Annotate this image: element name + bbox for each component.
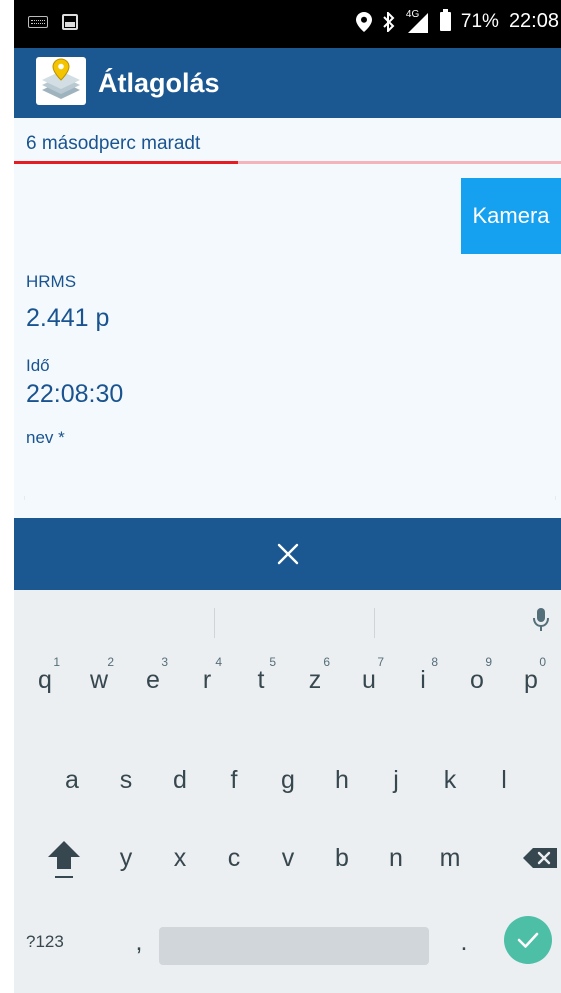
key-o-label: o bbox=[470, 665, 484, 694]
enter-key[interactable] bbox=[504, 916, 552, 964]
key-e-label: e bbox=[146, 665, 160, 694]
battery-icon bbox=[439, 9, 451, 31]
symbols-key[interactable]: ?123 bbox=[26, 932, 64, 952]
time-value: 22:08:30 bbox=[26, 380, 124, 408]
key-f[interactable]: f bbox=[209, 750, 259, 810]
phone-screen: 4G 71% 22:08 Átlagolás 6 másodperc marad… bbox=[14, 0, 561, 993]
key-r-hint: 4 bbox=[215, 655, 222, 669]
name-field-label: nev * bbox=[26, 428, 65, 447]
key-d[interactable]: d bbox=[155, 750, 205, 810]
app-toolbar: Átlagolás bbox=[14, 48, 561, 118]
countdown-progress bbox=[14, 161, 561, 164]
key-h[interactable]: h bbox=[317, 750, 367, 810]
key-x[interactable]: x bbox=[155, 828, 205, 888]
key-u-hint: 7 bbox=[377, 655, 384, 669]
status-bar: 4G 71% 22:08 bbox=[14, 0, 561, 48]
period-key[interactable]: . bbox=[449, 922, 479, 962]
soft-keyboard: q1 w2 e3 r4 t5 z6 u7 i8 o9 p0 a s d f g … bbox=[14, 590, 561, 993]
key-z-label: z bbox=[308, 665, 322, 694]
key-n[interactable]: n bbox=[371, 828, 421, 888]
key-c[interactable]: c bbox=[209, 828, 259, 888]
key-k[interactable]: k bbox=[425, 750, 475, 810]
backspace-key[interactable] bbox=[521, 843, 561, 873]
time-label: Idő bbox=[26, 356, 50, 375]
key-j[interactable]: j bbox=[371, 750, 421, 810]
signal-icon: 4G bbox=[406, 9, 430, 33]
key-t[interactable]: t5 bbox=[236, 650, 286, 710]
bluetooth-icon bbox=[383, 11, 395, 32]
hrms-value: 2.441 p bbox=[26, 304, 110, 332]
key-e[interactable]: e3 bbox=[128, 650, 178, 710]
key-i-label: i bbox=[420, 665, 426, 694]
key-q-label: q bbox=[38, 665, 52, 694]
countdown-progress-fill bbox=[14, 161, 239, 164]
hrms-label: HRMS bbox=[26, 272, 77, 291]
key-u[interactable]: u7 bbox=[344, 650, 394, 710]
key-i-hint: 8 bbox=[431, 655, 438, 669]
key-t-hint: 5 bbox=[269, 655, 276, 669]
key-z-hint: 6 bbox=[323, 655, 330, 669]
bottom-action-bar bbox=[14, 518, 561, 590]
camera-button[interactable]: Kamera bbox=[461, 178, 561, 254]
close-button[interactable] bbox=[268, 534, 308, 574]
key-z[interactable]: z6 bbox=[290, 650, 340, 710]
suggestion-divider bbox=[374, 608, 375, 638]
key-o-hint: 9 bbox=[485, 655, 492, 669]
countdown-banner: 6 másodperc maradt bbox=[14, 118, 561, 166]
key-m[interactable]: m bbox=[425, 828, 475, 888]
app-logo-icon bbox=[36, 57, 86, 105]
key-w-label: w bbox=[89, 665, 109, 694]
battery-percent: 71% bbox=[460, 10, 499, 32]
key-t-label: t bbox=[257, 665, 265, 694]
key-v[interactable]: v bbox=[263, 828, 313, 888]
key-p[interactable]: p0 bbox=[506, 650, 556, 710]
key-o[interactable]: o9 bbox=[452, 650, 502, 710]
shift-key[interactable] bbox=[44, 837, 84, 883]
suggestion-strip bbox=[14, 590, 561, 650]
key-q-hint: 1 bbox=[53, 655, 60, 669]
key-r-label: r bbox=[202, 665, 212, 694]
key-l[interactable]: l bbox=[479, 750, 529, 810]
keyboard-icon bbox=[28, 16, 48, 28]
space-bar[interactable] bbox=[159, 927, 429, 965]
key-s[interactable]: s bbox=[101, 750, 151, 810]
key-e-hint: 3 bbox=[161, 655, 168, 669]
key-r[interactable]: r4 bbox=[182, 650, 232, 710]
key-b[interactable]: b bbox=[317, 828, 367, 888]
key-u-label: u bbox=[362, 665, 376, 694]
measurement-form: Kamera HRMS 2.441 p Idő 22:08:30 nev * bbox=[14, 166, 561, 518]
name-field[interactable] bbox=[24, 496, 556, 500]
key-q[interactable]: q1 bbox=[20, 650, 70, 710]
suggestion-divider bbox=[214, 608, 215, 638]
microphone-icon[interactable] bbox=[532, 607, 550, 633]
location-icon bbox=[355, 11, 372, 32]
clock: 22:08 bbox=[508, 10, 559, 32]
image-icon bbox=[62, 14, 78, 30]
key-p-hint: 0 bbox=[539, 655, 546, 669]
key-p-label: p bbox=[524, 665, 538, 694]
key-y[interactable]: y bbox=[101, 828, 151, 888]
key-a[interactable]: a bbox=[47, 750, 97, 810]
countdown-text: 6 másodperc maradt bbox=[26, 133, 201, 154]
key-i[interactable]: i8 bbox=[398, 650, 448, 710]
shift-icon bbox=[48, 841, 80, 878]
key-g[interactable]: g bbox=[263, 750, 313, 810]
key-w-hint: 2 bbox=[107, 655, 114, 669]
page-title: Átlagolás bbox=[98, 68, 220, 98]
backspace-icon bbox=[523, 848, 557, 868]
key-w[interactable]: w2 bbox=[74, 650, 124, 710]
comma-key[interactable]: , bbox=[124, 922, 154, 962]
checkmark-icon bbox=[517, 932, 539, 948]
close-icon bbox=[277, 543, 299, 565]
